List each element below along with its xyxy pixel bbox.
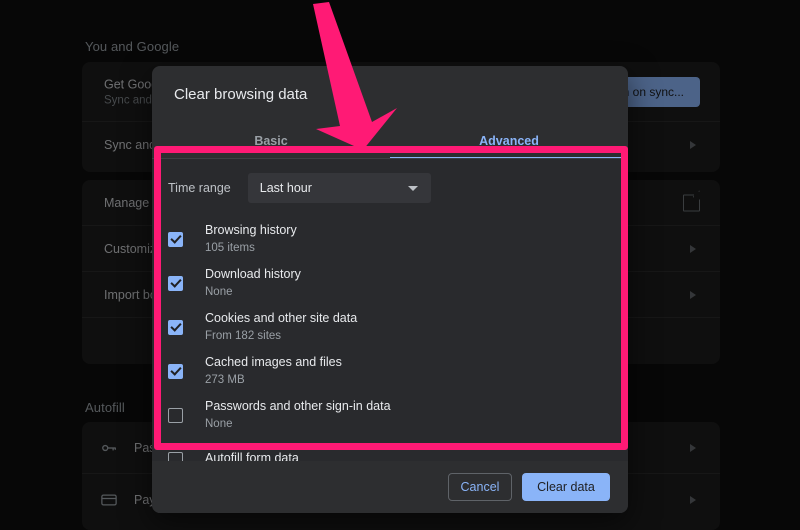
time-range-select[interactable]: Last hour: [247, 173, 431, 203]
checkbox-browsing-history[interactable]: [168, 231, 183, 247]
checkbox-subtitle: None: [205, 417, 233, 430]
checkbox-cached-images[interactable]: [168, 363, 183, 379]
checkbox-title: Cookies and other site data: [205, 311, 358, 325]
browser-settings-screen: You and Google Get Google smarts in Chro…: [0, 0, 800, 530]
cancel-button[interactable]: Cancel: [448, 473, 512, 501]
checkbox-title: Passwords and other sign-in data: [205, 399, 391, 413]
dialog-title: Clear browsing data: [174, 86, 308, 103]
data-type-checklist: Browsing history 105 items Download hist…: [152, 217, 628, 461]
checkbox-subtitle: 105 items: [205, 241, 255, 254]
checkbox-label-group: Cookies and other site data From 182 sit…: [205, 311, 357, 343]
checkbox-label-group: Browsing history 105 items: [205, 223, 297, 255]
checkbox-row-browsing-history[interactable]: Browsing history 105 items: [152, 217, 628, 261]
chevron-down-icon: [407, 186, 418, 191]
checkbox-label-group: Download history None: [205, 267, 301, 299]
dialog-tabs: Basic Advanced: [152, 122, 628, 159]
checkbox-row-passwords[interactable]: Passwords and other sign-in data None: [152, 393, 628, 437]
checkbox-cookies[interactable]: [168, 319, 183, 335]
checkbox-row-cookies[interactable]: Cookies and other site data From 182 sit…: [152, 305, 628, 349]
checkbox-label-group: Autofill form data: [205, 451, 299, 461]
checkbox-title: Download history: [205, 267, 301, 281]
dialog-footer: Cancel Clear data: [152, 461, 628, 513]
checkbox-subtitle: 273 MB: [205, 373, 245, 386]
dialog-body: Time range Last hour Browsing history 10…: [152, 159, 628, 461]
checkbox-row-cached-images[interactable]: Cached images and files 273 MB: [152, 349, 628, 393]
checkbox-title: Cached images and files: [205, 355, 342, 369]
clear-browsing-data-dialog: Clear browsing data Basic Advanced Time …: [152, 66, 628, 513]
checkbox-subtitle: From 182 sites: [205, 329, 282, 342]
tab-advanced[interactable]: Advanced: [390, 122, 628, 159]
checkbox-title: Browsing history: [205, 223, 297, 237]
checkbox-row-autofill-form-data[interactable]: Autofill form data: [152, 437, 628, 461]
checkbox-title: Autofill form data: [205, 451, 299, 461]
time-range-control: Time range Last hour: [168, 173, 431, 203]
clear-data-button[interactable]: Clear data: [522, 473, 610, 501]
checkbox-label-group: Cached images and files 273 MB: [205, 355, 342, 387]
checkbox-label-group: Passwords and other sign-in data None: [205, 399, 391, 431]
checkbox-subtitle: None: [205, 285, 233, 298]
time-range-label: Time range: [168, 181, 231, 195]
checkbox-autofill-form-data[interactable]: [168, 451, 183, 461]
time-range-value: Last hour: [259, 181, 312, 195]
checkbox-download-history[interactable]: [168, 275, 183, 291]
tab-basic[interactable]: Basic: [152, 122, 390, 159]
checkbox-row-download-history[interactable]: Download history None: [152, 261, 628, 305]
checkbox-passwords[interactable]: [168, 407, 183, 423]
